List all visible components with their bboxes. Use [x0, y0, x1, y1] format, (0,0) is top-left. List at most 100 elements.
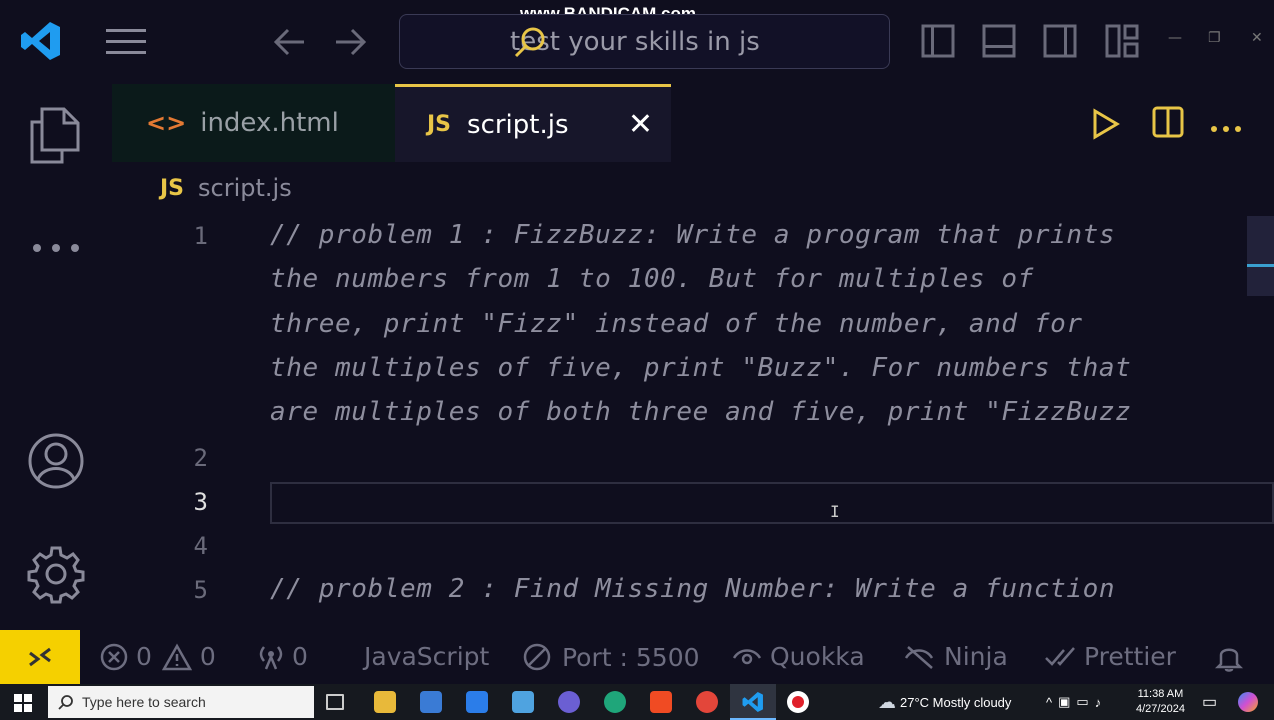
code-line: the multiples of five, print "Buzz". For…: [270, 353, 1132, 383]
quokka-label: Quokka: [770, 642, 865, 671]
taskbar-app-icon[interactable]: [512, 691, 534, 713]
taskbar-app-icon-2[interactable]: [558, 691, 580, 713]
editor-tab-bar: <> index.html JS script.js ✕: [112, 84, 1274, 162]
settings-gear-icon[interactable]: [26, 544, 86, 608]
file-explorer-icon[interactable]: [374, 691, 396, 713]
chrome-icon[interactable]: [696, 691, 718, 713]
windows-start-icon[interactable]: [14, 694, 32, 716]
error-count: 0: [136, 642, 152, 671]
broadcast-icon: [259, 645, 283, 669]
record-icon[interactable]: [787, 691, 809, 713]
command-center-search[interactable]: test your skills in js: [399, 14, 890, 69]
ports-count: 0: [292, 642, 308, 671]
toggle-secondary-sidebar-icon[interactable]: [1043, 24, 1077, 62]
code-line: are multiples of both three and five, pr…: [270, 397, 1132, 427]
ports-indicator[interactable]: 0: [256, 642, 308, 671]
code-editor[interactable]: 1 2 3 4 5 // problem 1 : FizzBuzz: Write…: [112, 214, 1274, 630]
clock-time: 11:38 AM: [1137, 688, 1184, 700]
port-label: Port : 5500: [562, 642, 700, 672]
toggle-primary-sidebar-icon[interactable]: [921, 24, 955, 62]
vscode-taskbar-icon[interactable]: [730, 684, 776, 720]
scrollbar-thumb[interactable]: [1247, 216, 1274, 296]
line-number: 5: [193, 576, 208, 604]
windows-taskbar: Type here to search ☁ 27°C Mostly cloudy…: [0, 684, 1274, 720]
back-arrow-icon[interactable]: [272, 28, 306, 60]
customize-layout-icon[interactable]: [1105, 24, 1139, 62]
line-number: 4: [193, 532, 208, 560]
search-icon: [514, 27, 545, 58]
prettier-label: Prettier: [1084, 642, 1176, 671]
tab-label: script.js: [467, 109, 569, 140]
status-bar: 0 0 0 JavaScript Port : 5500 Quokka Ninj…: [0, 630, 1274, 684]
quokka-indicator[interactable]: Quokka: [732, 642, 865, 671]
explorer-icon[interactable]: [28, 106, 82, 168]
line-number-current: 3: [193, 488, 208, 516]
mail-icon[interactable]: [466, 691, 488, 713]
prettier-indicator[interactable]: Prettier: [1044, 642, 1176, 671]
edge-icon[interactable]: [604, 691, 626, 713]
clock-date: 4/27/2024: [1136, 703, 1185, 715]
more-actions-icon[interactable]: [1210, 118, 1242, 137]
search-icon: [58, 695, 73, 710]
tray-volume-icon: ♪: [1094, 694, 1108, 710]
title-bar: www.BANDICAM.com test your skills in js …: [0, 0, 1274, 84]
tab-label: index.html: [200, 108, 339, 138]
eye-slash-icon: [904, 645, 934, 669]
vscode-logo-icon[interactable]: [20, 20, 62, 66]
taskbar-search-input[interactable]: Type here to search: [48, 686, 314, 718]
clock[interactable]: 11:38 AM 4/27/2024: [1136, 684, 1185, 720]
line-number: 1: [193, 222, 208, 250]
tray-battery-icon: ▭: [1076, 694, 1095, 709]
toggle-panel-icon[interactable]: [982, 24, 1016, 62]
store-icon[interactable]: [420, 691, 442, 713]
copilot-icon[interactable]: [1238, 684, 1258, 720]
problems-indicator[interactable]: 0 0: [100, 642, 216, 671]
current-line-highlight: [270, 482, 1274, 524]
js-file-icon: JS: [160, 175, 185, 201]
line-number: 2: [193, 444, 208, 472]
remote-indicator[interactable]: [0, 630, 80, 684]
remote-icon: [29, 647, 51, 667]
restore-icon[interactable]: ❐: [1208, 30, 1221, 46]
split-editor-icon[interactable]: [1152, 106, 1184, 142]
breadcrumb-file: script.js: [198, 174, 292, 202]
taskbar-search-placeholder: Type here to search: [82, 694, 206, 710]
code-line: three, print "Fizz" instead of the numbe…: [270, 309, 1083, 339]
notification-center-icon[interactable]: ▭: [1202, 684, 1217, 720]
minimize-icon[interactable]: —: [1168, 30, 1182, 46]
tab-index-html[interactable]: <> index.html: [112, 84, 395, 162]
more-icon[interactable]: [32, 236, 80, 264]
code-line: // problem 1 : FizzBuzz: Write a program…: [270, 220, 1116, 250]
text-cursor-icon: I: [830, 502, 840, 521]
live-server-port[interactable]: Port : 5500: [522, 642, 700, 672]
tab-script-js[interactable]: JS script.js ✕: [395, 84, 671, 162]
cloud-icon: ☁: [878, 691, 896, 712]
run-icon[interactable]: [1092, 108, 1120, 144]
ninja-label: Ninja: [944, 642, 1008, 671]
code-line: // problem 2 : Find Missing Number: Writ…: [270, 574, 1116, 604]
forward-arrow-icon[interactable]: [334, 28, 368, 60]
ninja-indicator[interactable]: Ninja: [904, 642, 1008, 671]
close-window-icon[interactable]: ✕: [1251, 30, 1263, 46]
eye-icon: [732, 648, 762, 664]
language-mode[interactable]: JavaScript: [364, 642, 489, 671]
scrollbar-cursor-marker: [1247, 264, 1274, 267]
close-tab-icon[interactable]: ✕: [628, 107, 653, 142]
system-tray-icons[interactable]: ^ ▣ ▭ ♪: [1046, 684, 1107, 720]
task-view-icon[interactable]: [326, 694, 344, 710]
menu-icon[interactable]: [106, 28, 146, 60]
tray-chevron-icon: ^: [1046, 694, 1059, 710]
notifications-bell-icon[interactable]: [1214, 642, 1244, 672]
weather-widget[interactable]: ☁ 27°C Mostly cloudy: [878, 684, 1011, 720]
brave-icon[interactable]: [650, 691, 672, 713]
account-icon[interactable]: [26, 431, 86, 495]
breadcrumb[interactable]: JS script.js: [160, 174, 292, 202]
js-file-icon: JS: [427, 112, 452, 137]
error-icon: [100, 643, 128, 670]
warning-count: 0: [199, 642, 216, 671]
html-file-icon: <>: [146, 109, 187, 137]
double-check-icon: [1045, 646, 1075, 666]
warning-icon: [161, 642, 192, 670]
activity-bar: [0, 84, 112, 630]
tray-network-icon: ▣: [1058, 694, 1077, 709]
